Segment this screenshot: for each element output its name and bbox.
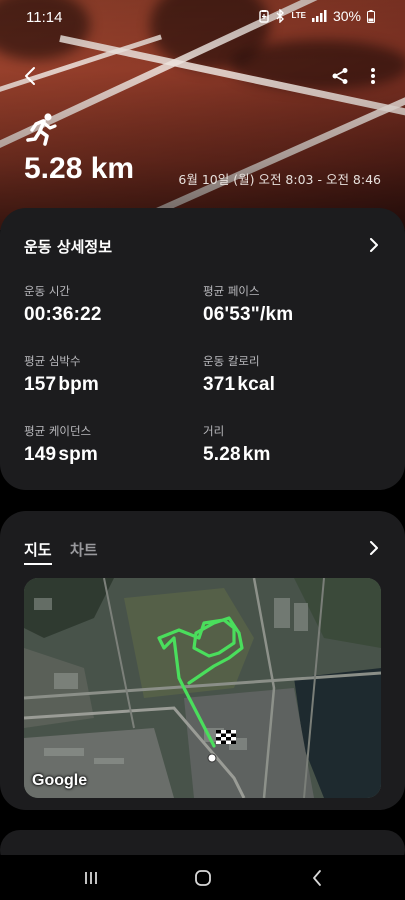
home-icon bbox=[195, 870, 211, 886]
workout-details-card[interactable]: 운동 상세정보 운동 시간 00:36:22 평균 페이스 06'53"/km … bbox=[0, 208, 405, 490]
stat-value: 06'53"/km bbox=[203, 304, 294, 325]
stat-label: 평균 케이던스 bbox=[24, 424, 92, 438]
stat-value: 149 spm bbox=[24, 444, 98, 465]
stat-value: 00:36:22 bbox=[24, 304, 102, 325]
recent-apps-button[interactable] bbox=[76, 865, 106, 891]
signal-icon bbox=[311, 10, 327, 22]
hero-photo bbox=[0, 0, 405, 230]
start-point-marker bbox=[207, 753, 217, 763]
stat-value: 5.28 km bbox=[203, 444, 271, 465]
recent-apps-icon bbox=[85, 872, 97, 884]
tab-map[interactable]: 지도 bbox=[24, 539, 52, 560]
stat-label: 평균 심박수 bbox=[24, 354, 81, 368]
stat-avg-heart-rate: 평균 심박수 157 bpm bbox=[24, 353, 99, 396]
stat-duration: 운동 시간 00:36:22 bbox=[24, 283, 104, 326]
battery-icon bbox=[367, 9, 375, 23]
battery-saver-icon bbox=[259, 9, 270, 23]
share-button[interactable] bbox=[324, 60, 356, 92]
nav-back-button[interactable] bbox=[302, 865, 332, 891]
back-button[interactable] bbox=[14, 60, 46, 92]
home-button[interactable] bbox=[188, 865, 218, 891]
status-bar: 11:14 LTE 30% bbox=[0, 0, 405, 34]
total-distance: 5.28 km bbox=[24, 152, 135, 185]
stat-label: 운동 칼로리 bbox=[203, 354, 260, 368]
chevron-right-icon[interactable] bbox=[367, 238, 381, 252]
battery-percent: 30% bbox=[332, 8, 361, 24]
network-type: LTE bbox=[291, 11, 306, 20]
more-vertical-icon bbox=[371, 68, 375, 84]
system-nav-bar bbox=[0, 855, 405, 900]
top-bar bbox=[0, 60, 405, 92]
finish-flag-icon bbox=[216, 730, 236, 744]
stat-label: 평균 페이스 bbox=[203, 284, 260, 298]
route-map[interactable]: Google bbox=[24, 578, 381, 798]
stat-label: 운동 시간 bbox=[24, 284, 70, 298]
active-tab-indicator bbox=[24, 563, 52, 565]
stat-distance: 거리 5.28 km bbox=[203, 423, 271, 466]
chevron-left-icon bbox=[25, 67, 35, 85]
tab-chart[interactable]: 차트 bbox=[70, 539, 98, 560]
map-card: 지도 차트 Google bbox=[0, 511, 405, 810]
stat-calories: 운동 칼로리 371 kcal bbox=[203, 353, 275, 396]
workout-date-range: 6월 10일 (월) 오전 8:03 - 오전 8:46 bbox=[178, 172, 381, 187]
details-title: 운동 상세정보 bbox=[24, 238, 113, 256]
satellite-map bbox=[24, 578, 381, 798]
stat-label: 거리 bbox=[203, 424, 225, 438]
google-attribution: Google bbox=[32, 772, 88, 789]
share-icon bbox=[332, 68, 348, 84]
more-options-button[interactable] bbox=[357, 60, 389, 92]
stat-avg-pace: 평균 페이스 06'53"/km bbox=[203, 283, 295, 326]
stat-value: 371 kcal bbox=[203, 374, 276, 395]
back-icon bbox=[313, 870, 321, 886]
running-icon bbox=[26, 113, 57, 146]
stat-avg-cadence: 평균 케이던스 149 spm bbox=[24, 423, 98, 466]
stat-value: 157 bpm bbox=[24, 374, 100, 395]
bluetooth-icon bbox=[276, 9, 285, 23]
chevron-right-icon[interactable] bbox=[367, 541, 381, 555]
status-time: 11:14 bbox=[26, 9, 63, 26]
